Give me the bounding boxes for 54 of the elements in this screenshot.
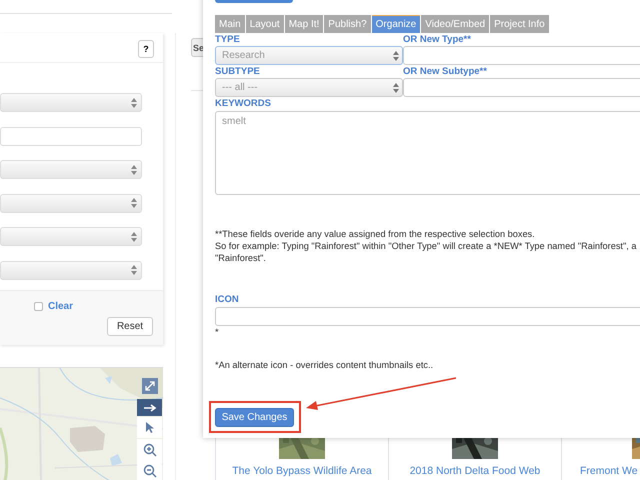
note-text: "Rainforest". <box>215 252 266 264</box>
zoom-in-icon <box>142 442 156 456</box>
keywords-field[interactable]: smelt <box>215 111 640 195</box>
pointer-icon <box>145 421 154 434</box>
clear-link[interactable]: Clear <box>48 300 73 312</box>
arrow-button[interactable] <box>137 399 162 416</box>
dropdown-field[interactable] <box>0 93 142 112</box>
tab[interactable]: Map It! <box>284 15 324 33</box>
input-field[interactable] <box>403 78 640 97</box>
type-select[interactable]: Research <box>215 46 403 65</box>
dropdown-arrows-icon <box>131 232 137 242</box>
dropdown-arrows-icon <box>131 98 137 108</box>
dropdown-arrows-icon <box>393 50 399 60</box>
tab[interactable]: Video/Embed <box>421 15 490 33</box>
note-text: *An alternate icon - overrides content thumbnails etc.. <box>215 359 434 371</box>
note-text: So for example: Typing "Rainforest" within "Other Type" will create a *NEW* Type named "Rainforest", a <box>215 240 636 252</box>
tab[interactable]: Organize <box>372 15 420 33</box>
search-button[interactable]: Se <box>191 38 204 57</box>
tab[interactable]: Main <box>215 15 245 33</box>
dropdown-field[interactable] <box>0 227 142 246</box>
dropdown-field[interactable] <box>0 194 142 212</box>
reset-button[interactable]: Reset <box>107 316 153 336</box>
tab[interactable]: Publish? <box>324 15 371 33</box>
subtype-select[interactable]: --- all --- <box>215 78 403 97</box>
card-title-link[interactable]: The Yolo Bypass Wildlife Area <box>232 465 372 477</box>
zoom-in-button[interactable] <box>137 439 162 460</box>
field-label: ICON <box>215 293 239 306</box>
dropdown-arrows-icon <box>393 82 399 92</box>
note-text: **These fields overide any value assigned from the respective selection boxes. <box>215 228 535 240</box>
zoom-out-button[interactable] <box>137 460 162 480</box>
tab[interactable]: Layout <box>246 15 284 33</box>
input-field[interactable] <box>215 307 640 326</box>
card-title-link[interactable]: 2018 North Delta Food Web <box>410 465 540 477</box>
field-label: SUBTYPE <box>215 65 260 78</box>
arrow-right-icon <box>142 404 156 412</box>
field-label: TYPE <box>215 33 240 46</box>
field-label: OR New Type** <box>403 33 471 46</box>
tab[interactable]: Project Info <box>490 15 549 33</box>
dropdown-arrows-icon <box>131 265 137 275</box>
checkbox[interactable] <box>34 302 43 310</box>
dropdown-arrows-icon <box>131 198 137 208</box>
input-field[interactable] <box>403 46 640 65</box>
select-button[interactable] <box>137 417 162 438</box>
dropdown-field[interactable] <box>0 160 142 179</box>
field-label: OR New Subtype** <box>403 65 487 78</box>
hint-text: * <box>215 326 219 338</box>
field-label: KEYWORDS <box>215 97 271 110</box>
zoom-out-icon <box>142 464 156 478</box>
card-title-link[interactable]: Fremont We <box>580 465 638 477</box>
help-button[interactable]: ? <box>138 40 154 58</box>
dropdown-arrows-icon <box>131 164 137 174</box>
dropdown-field[interactable] <box>0 260 142 280</box>
input-field[interactable] <box>0 126 142 146</box>
save-button[interactable]: Save Changes <box>215 408 294 427</box>
